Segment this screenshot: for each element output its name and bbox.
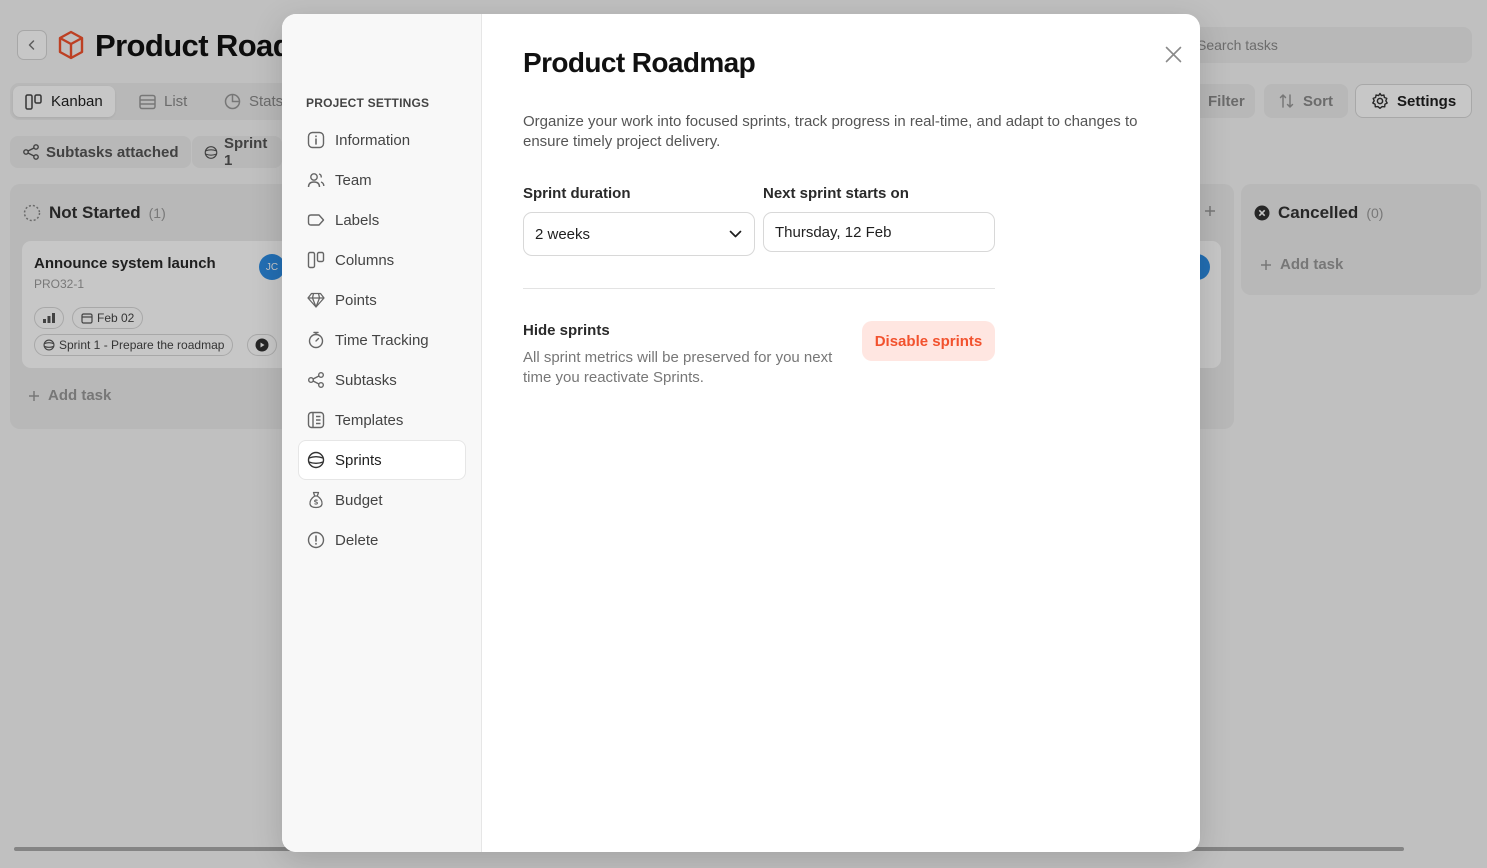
next-sprint-label: Next sprint starts on bbox=[763, 185, 909, 202]
sidebar-item-label: Time Tracking bbox=[335, 331, 429, 349]
sidebar-item-label: Information bbox=[335, 131, 411, 149]
sidebar-item-delete[interactable]: Delete bbox=[298, 520, 466, 560]
sidebar-item-label: Delete bbox=[335, 531, 379, 549]
sidebar-item-label: Columns bbox=[335, 251, 395, 269]
sprint-duration-label: Sprint duration bbox=[523, 185, 631, 202]
sidebar-item-subtasks[interactable]: Subtasks bbox=[298, 360, 466, 400]
sidebar-item-label: Sprints bbox=[335, 451, 382, 469]
project-settings-modal: PROJECT SETTINGS Information Team Labels… bbox=[282, 14, 1200, 852]
sidebar-item-labels[interactable]: Labels bbox=[298, 200, 466, 240]
template-icon bbox=[307, 411, 325, 429]
next-sprint-date-input[interactable] bbox=[763, 212, 995, 252]
sidebar-item-time-tracking[interactable]: Time Tracking bbox=[298, 320, 466, 360]
sidebar-item-sprints[interactable]: Sprints bbox=[298, 440, 466, 480]
sprint-icon bbox=[307, 451, 325, 469]
chevron-down-icon bbox=[729, 230, 742, 238]
section-divider bbox=[523, 288, 995, 289]
close-icon bbox=[1165, 46, 1181, 62]
label-icon bbox=[307, 214, 325, 226]
alert-circle-icon bbox=[307, 531, 325, 549]
sidebar-item-label: Labels bbox=[335, 211, 380, 229]
hide-sprints-description: All sprint metrics will be preserved for… bbox=[523, 349, 833, 386]
users-icon bbox=[307, 173, 325, 188]
sidebar-item-columns[interactable]: Columns bbox=[298, 240, 466, 280]
sidebar-item-points[interactable]: Points bbox=[298, 280, 466, 320]
close-button[interactable] bbox=[1162, 43, 1184, 65]
subtasks-icon bbox=[308, 372, 324, 388]
disable-sprints-button[interactable]: Disable sprints bbox=[862, 321, 995, 361]
settings-content: Product Roadmap Organize your work into … bbox=[483, 14, 1200, 852]
info-icon bbox=[307, 131, 325, 149]
modal-title: Product Roadmap bbox=[523, 47, 756, 78]
diamond-icon bbox=[307, 292, 325, 308]
hide-sprints-title: Hide sprints bbox=[523, 322, 610, 339]
sidebar-heading: PROJECT SETTINGS bbox=[306, 96, 430, 110]
money-bag-icon bbox=[309, 491, 323, 509]
sidebar-item-label: Team bbox=[335, 171, 372, 189]
sidebar-item-templates[interactable]: Templates bbox=[298, 400, 466, 440]
sidebar-item-information[interactable]: Information bbox=[298, 120, 466, 160]
sidebar-item-team[interactable]: Team bbox=[298, 160, 466, 200]
sidebar-item-budget[interactable]: Budget bbox=[298, 480, 466, 520]
sprint-duration-select[interactable]: 2 weeks bbox=[523, 212, 755, 256]
sidebar-item-label: Points bbox=[335, 291, 377, 309]
stopwatch-icon bbox=[308, 331, 324, 349]
sidebar-item-label: Subtasks bbox=[335, 371, 397, 389]
sprint-duration-value: 2 weeks bbox=[535, 225, 591, 243]
columns-icon bbox=[307, 251, 325, 269]
settings-sidebar: PROJECT SETTINGS Information Team Labels… bbox=[282, 14, 482, 852]
sprints-description: Organize your work into focused sprints,… bbox=[523, 113, 1138, 150]
sidebar-item-label: Templates bbox=[335, 411, 404, 429]
sidebar-item-label: Budget bbox=[335, 491, 383, 509]
